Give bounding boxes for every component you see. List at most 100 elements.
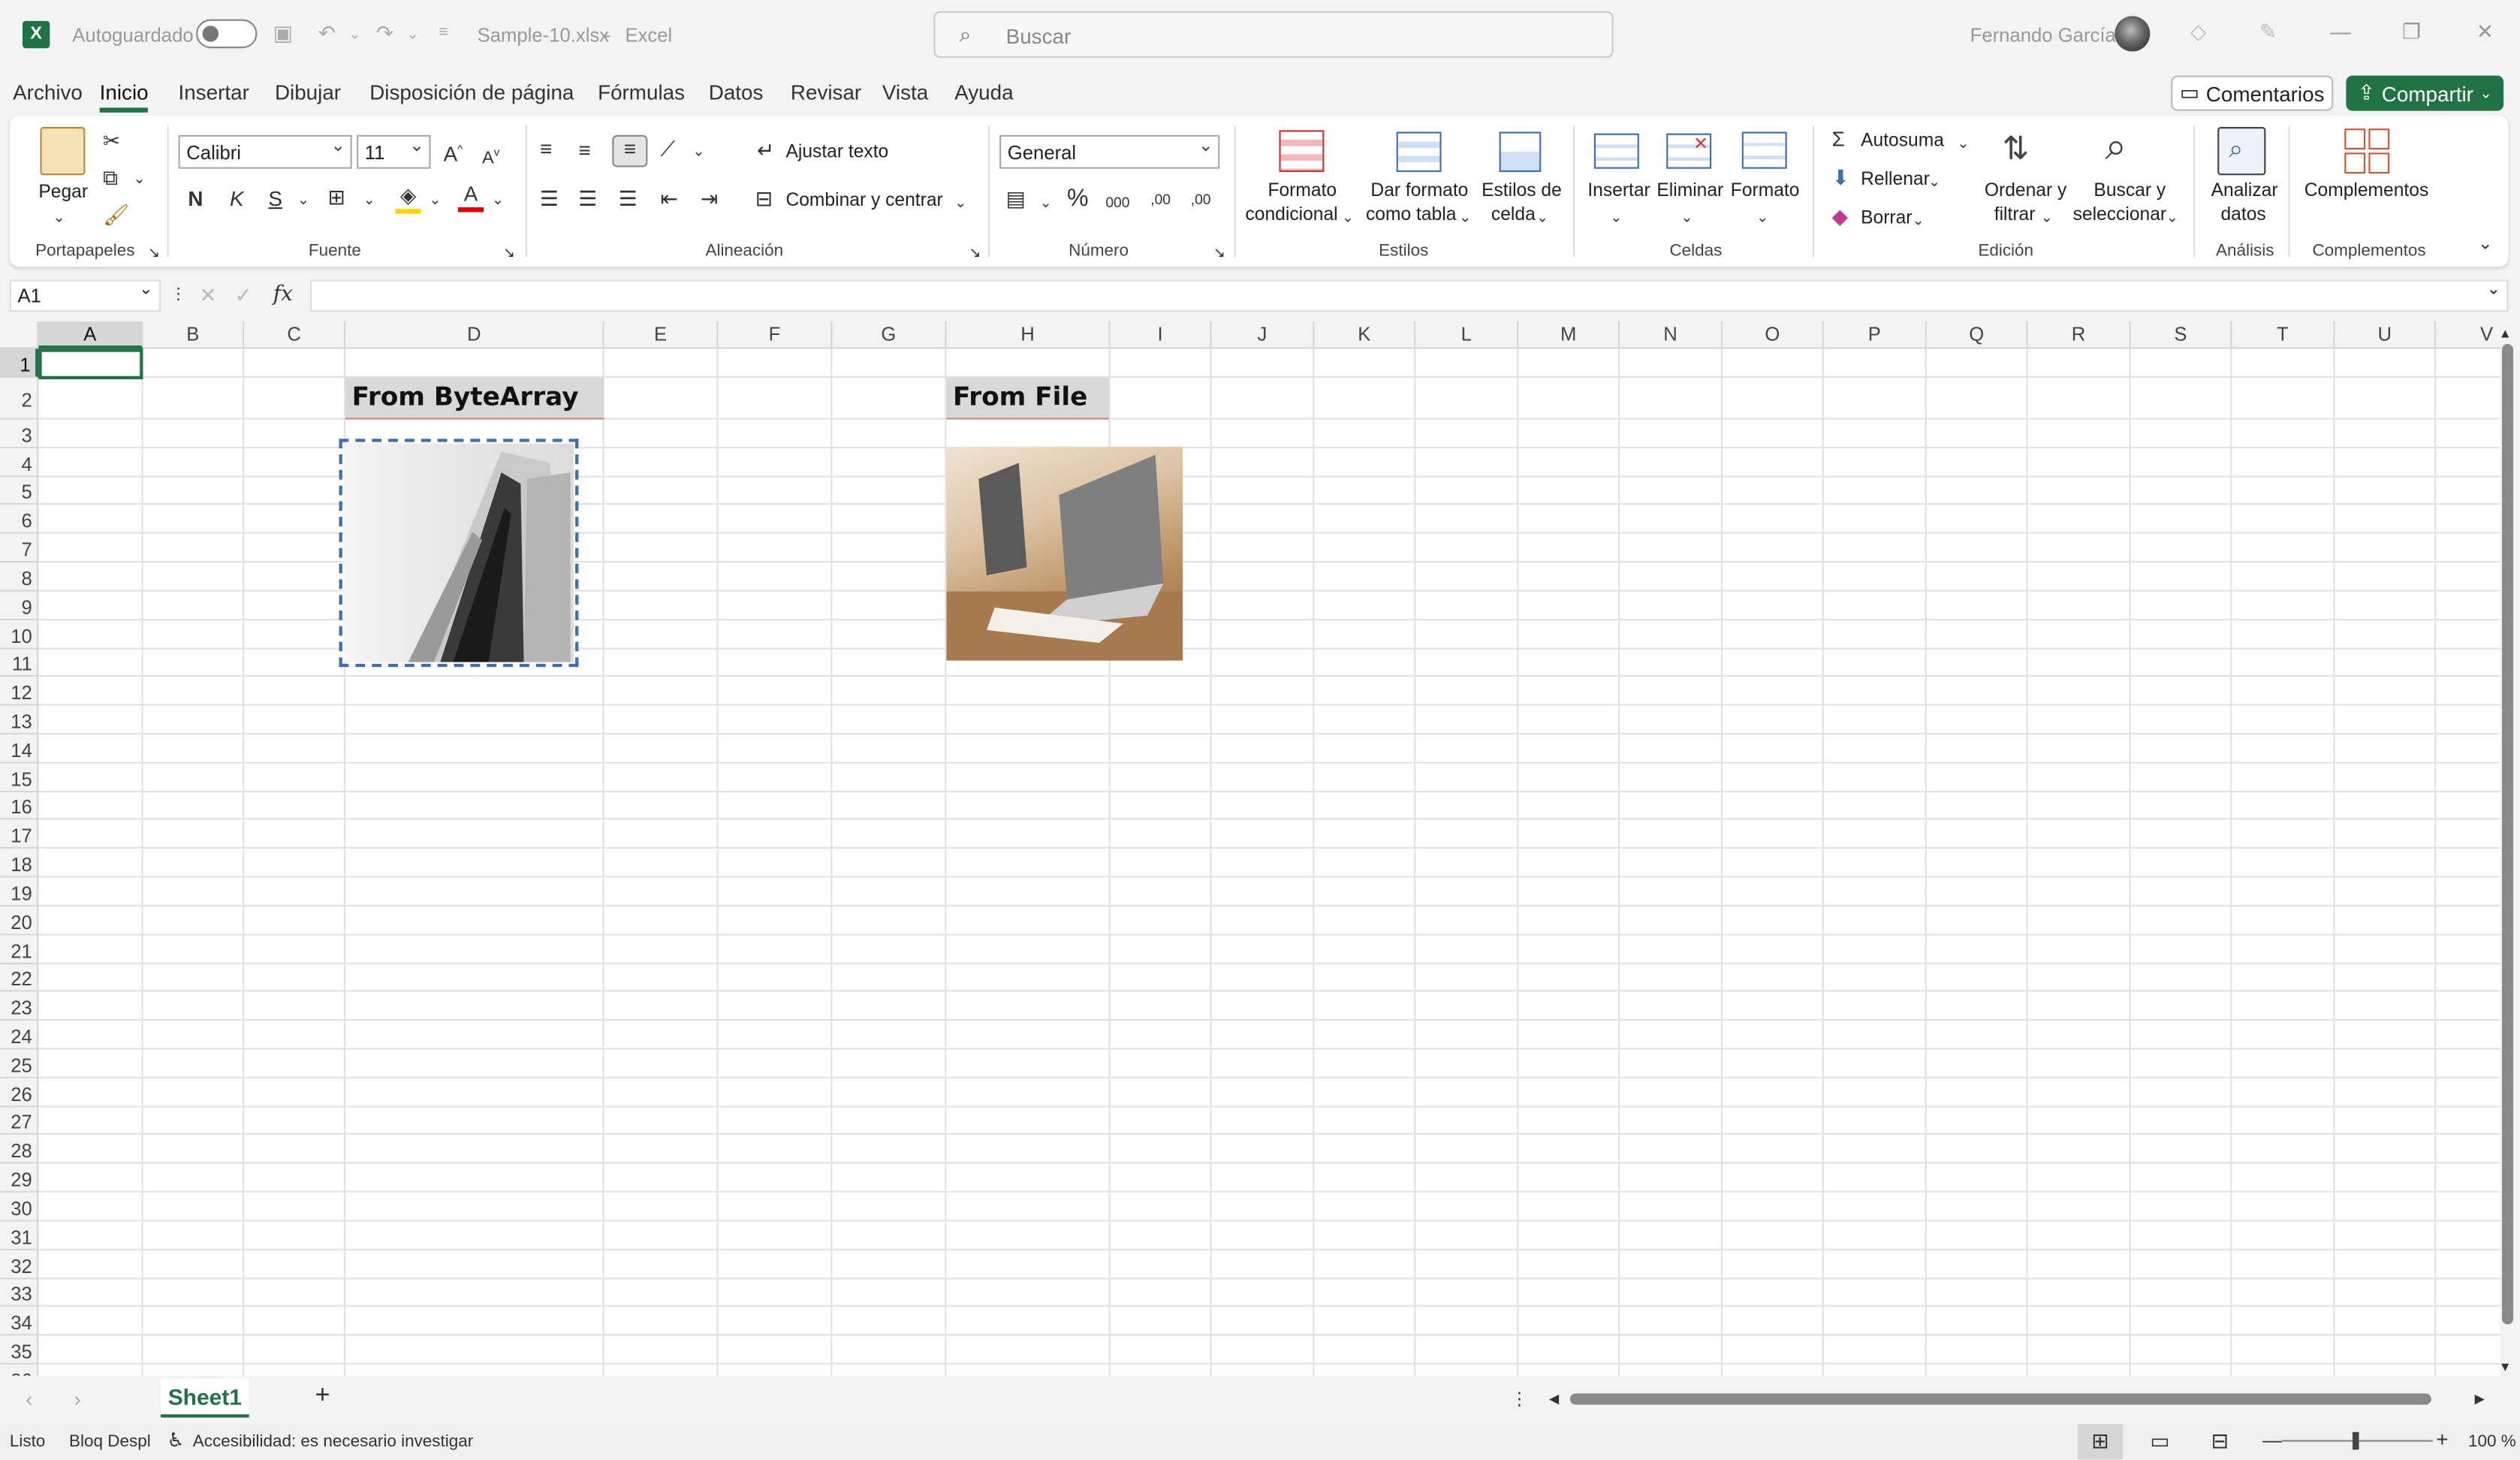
merge-dropdown-icon[interactable]: ⌄	[954, 190, 966, 216]
column-header-s[interactable]: S	[2130, 321, 2232, 349]
name-box[interactable]: A1 ⌄	[9, 279, 161, 312]
sort-filter-label-2[interactable]: filtrar	[1994, 204, 2036, 227]
expand-formula-icon[interactable]: ⌄	[2487, 282, 2500, 300]
save-icon[interactable]: ▣	[273, 21, 293, 47]
row-header-19[interactable]: 19	[0, 877, 39, 906]
row-header-29[interactable]: 29	[0, 1163, 39, 1193]
zoom-level[interactable]: 100 %	[2468, 1432, 2516, 1452]
row-header-18[interactable]: 18	[0, 848, 39, 878]
underline-dropdown-icon[interactable]: ⌄	[297, 186, 309, 212]
row-header-36[interactable]: 36	[0, 1364, 39, 1376]
sort-filter-label-1[interactable]: Ordenar y	[1985, 180, 2066, 203]
column-header-u[interactable]: U	[2335, 321, 2437, 349]
analyze-data-icon[interactable]: ⌕	[2217, 127, 2266, 176]
analyze-data-label-1[interactable]: Analizar	[2211, 180, 2278, 203]
tab-datos[interactable]: Datos	[709, 80, 764, 104]
tab-archivo[interactable]: Archivo	[13, 80, 83, 104]
paste-dropdown-icon[interactable]: ⌄	[53, 204, 65, 230]
undo-icon[interactable]: ↶	[318, 21, 336, 47]
find-select-label-2[interactable]: seleccionar	[2073, 204, 2166, 227]
redo-icon[interactable]: ↷	[376, 21, 393, 47]
clear-dropdown-icon[interactable]: ⌄	[1913, 207, 1925, 233]
paste-label[interactable]: Pegar	[38, 182, 88, 204]
accounting-format-icon[interactable]: ▤	[1006, 186, 1026, 212]
restore-icon[interactable]: ❐	[2402, 20, 2421, 45]
row-header-5[interactable]: 5	[0, 477, 39, 505]
insert-cells-label[interactable]: Insertar	[1587, 180, 1650, 203]
column-header-j[interactable]: J	[1211, 321, 1315, 349]
percent-style-button[interactable]: %	[1067, 186, 1089, 212]
row-header-8[interactable]: 8	[0, 563, 39, 592]
column-header-e[interactable]: E	[604, 321, 719, 349]
column-header-a[interactable]: A	[38, 321, 143, 349]
number-format-select[interactable]: General	[999, 134, 1220, 169]
row-header-25[interactable]: 25	[0, 1049, 39, 1078]
merge-center-button[interactable]: Combinar y centrar	[785, 190, 942, 213]
tab-disposicion[interactable]: Disposición de página	[369, 80, 574, 104]
merge-icon[interactable]: ⊟	[755, 186, 773, 212]
font-launcher-icon[interactable]: ↘	[503, 240, 515, 265]
status-accessibility[interactable]: Accesibilidad: es necesario investigar	[193, 1432, 473, 1452]
row-header-24[interactable]: 24	[0, 1020, 39, 1050]
sort-filter-dropdown-icon[interactable]: ⌄	[2041, 204, 2053, 230]
column-header-f[interactable]: F	[718, 321, 833, 349]
decrease-decimal-button[interactable]: ,00	[1191, 186, 1211, 212]
underline-button[interactable]: S	[268, 186, 282, 212]
laptop-on-desk-image[interactable]	[946, 446, 1183, 661]
cell-styles-label-2[interactable]: celda	[1491, 204, 1536, 227]
delete-cells-icon[interactable]: ✕	[1666, 133, 1712, 169]
align-top-icon[interactable]: ≡	[540, 137, 552, 162]
row-header-35[interactable]: 35	[0, 1335, 39, 1365]
row-header-7[interactable]: 7	[0, 533, 39, 563]
next-sheet-icon[interactable]: ›	[74, 1387, 80, 1413]
find-select-label-1[interactable]: Buscar y	[2093, 180, 2166, 203]
add-sheet-icon[interactable]: +	[315, 1383, 330, 1410]
conditional-format-label-2[interactable]: condicional	[1246, 204, 1338, 227]
borders-dropdown-icon[interactable]: ⌄	[363, 186, 375, 212]
format-as-table-label-1[interactable]: Dar formato	[1370, 180, 1468, 203]
column-header-c[interactable]: C	[244, 321, 346, 349]
fill-color-dropdown-icon[interactable]: ⌄	[429, 186, 441, 212]
row-header-10[interactable]: 10	[0, 620, 39, 650]
decrease-indent-icon[interactable]: ⇤	[661, 186, 678, 212]
enter-icon[interactable]: ✓	[234, 283, 252, 309]
column-header-d[interactable]: D	[345, 321, 604, 349]
column-header-k[interactable]: K	[1314, 321, 1416, 349]
close-icon[interactable]: ✕	[2476, 20, 2494, 45]
name-box-dropdown-icon[interactable]: ⌄	[139, 282, 152, 300]
row-header-31[interactable]: 31	[0, 1221, 39, 1250]
fill-color-icon[interactable]: ◈	[395, 183, 421, 214]
align-right-icon[interactable]: ☰	[619, 186, 638, 212]
row-header-12[interactable]: 12	[0, 676, 39, 706]
share-button[interactable]: ⇪ Compartir ⌄	[2346, 75, 2504, 111]
increase-decimal-button[interactable]: ,00	[1150, 186, 1171, 212]
orientation-icon[interactable]: ⟋	[661, 137, 675, 162]
formula-input[interactable]: ⌄	[310, 279, 2509, 312]
cell-d2-from-bytearray[interactable]: From ByteArray	[345, 377, 604, 420]
row-header-30[interactable]: 30	[0, 1192, 39, 1222]
tab-formulas[interactable]: Fórmulas	[598, 80, 685, 104]
font-name-select[interactable]: Calibri	[178, 134, 352, 169]
horizontal-scroll-thumb[interactable]	[1569, 1393, 2431, 1405]
row-header-27[interactable]: 27	[0, 1107, 39, 1135]
column-header-q[interactable]: Q	[1926, 321, 2028, 349]
row-header-20[interactable]: 20	[0, 906, 39, 936]
row-header-1[interactable]: 1	[0, 348, 39, 378]
copy-icon[interactable]: ⧉	[103, 165, 118, 191]
row-header-23[interactable]: 23	[0, 991, 39, 1021]
format-cells-dropdown-icon[interactable]: ⌄	[1756, 204, 1768, 230]
align-middle-icon[interactable]: ≡	[578, 138, 590, 164]
vertical-scroll-thumb[interactable]	[2501, 343, 2513, 1325]
row-header-32[interactable]: 32	[0, 1250, 39, 1280]
row-header-6[interactable]: 6	[0, 504, 39, 534]
fill-icon[interactable]: ⬇	[1832, 165, 1849, 191]
conditional-format-icon[interactable]	[1279, 130, 1325, 172]
number-launcher-icon[interactable]: ↘	[1213, 240, 1225, 265]
column-header-v[interactable]: V	[2436, 321, 2500, 349]
row-header-3[interactable]: 3	[0, 419, 39, 449]
column-header-t[interactable]: T	[2232, 321, 2335, 349]
scroll-left-icon[interactable]: ◀	[1549, 1387, 1559, 1413]
copy-dropdown-icon[interactable]: ⌄	[134, 165, 146, 191]
format-cells-icon[interactable]	[1741, 131, 1787, 169]
sort-filter-icon[interactable]: ⇅	[2002, 128, 2029, 170]
